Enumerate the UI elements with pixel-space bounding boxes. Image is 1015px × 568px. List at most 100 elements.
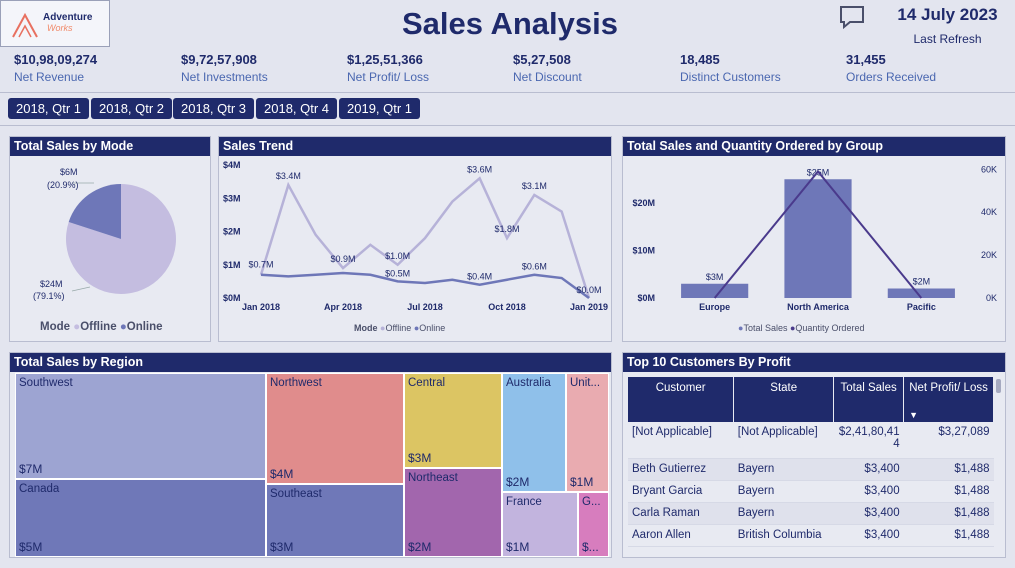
quarter-chip[interactable]: 2018, Qtr 3 — [173, 98, 255, 119]
cell-customer: [Not Applicable] — [628, 422, 734, 459]
y-left-tick-label: $10M — [632, 246, 655, 256]
data-label: $1.0M — [385, 251, 410, 261]
legend-item-online: Online — [419, 323, 446, 333]
data-label: $0.4M — [467, 272, 492, 282]
bar-europe[interactable] — [681, 283, 749, 298]
report-date: 14 July 2023 — [897, 5, 998, 24]
tile-value: $3M — [408, 451, 432, 465]
x-tick-label: Jan 2018 — [242, 302, 280, 312]
pie-label-online-value: $6M — [60, 167, 78, 177]
tile-name: Southwest — [19, 377, 73, 389]
quarter-chip[interactable]: 2019, Qtr 1 — [339, 98, 421, 119]
kpi-strip: $10,98,09,274 Net Revenue $9,72,57,908 N… — [0, 47, 1015, 93]
data-label: $0.5M — [385, 268, 410, 278]
series-line-online[interactable] — [260, 271, 590, 300]
data-label: $1.8M — [494, 224, 519, 234]
tile-value: $4M — [270, 467, 294, 481]
tile-value: $2M — [506, 475, 530, 489]
pie-label-offline-pct: (79.1%) — [33, 291, 65, 301]
bar-data-label: $2M — [913, 277, 931, 287]
legend-title: Mode — [354, 323, 378, 333]
data-label: $0.0M — [576, 285, 601, 295]
panel-sales-by-group[interactable]: Total Sales and Quantity Ordered by Grou… — [622, 136, 1006, 342]
kpi-value: 18,485 — [680, 52, 720, 67]
column-header-state[interactable]: State — [733, 377, 835, 422]
data-label: $3.6M — [467, 164, 492, 174]
y-tick-label: $4M — [223, 160, 241, 170]
kpi-net-revenue: $10,98,09,274 Net Revenue — [14, 52, 97, 84]
combo-chart[interactable]: $0M$10M$20M0K20K40K60K$3MEurope$25MNorth… — [623, 157, 1005, 322]
sort-desc-icon[interactable]: ▼ — [909, 410, 918, 420]
customers-table[interactable]: Customer State Total Sales Net Profit/ L… — [628, 377, 994, 547]
cell-net-profit: $1,488 — [903, 458, 994, 481]
data-label: $0.9M — [330, 254, 355, 264]
column-header-total-sales[interactable]: Total Sales — [833, 377, 905, 422]
panel-sales-trend[interactable]: Sales Trend $0M $1M $2M $3M $4M Jan 2018 Apr 2… — [218, 136, 612, 342]
cell-net-profit: $3,27,089 — [903, 422, 994, 459]
kpi-net-discount: $5,27,508 Net Discount — [513, 52, 582, 84]
kpi-label: Net Discount — [513, 70, 582, 84]
logo-text: Adventure — [43, 12, 93, 23]
treemap-tile-southwest[interactable]: Southwest $7M — [15, 373, 266, 479]
y-tick-label: $3M — [223, 193, 241, 203]
tile-value: $2M — [408, 540, 432, 554]
column-header-customer[interactable]: Customer — [628, 377, 735, 422]
panel-sales-by-region[interactable]: Total Sales by Region Southwest $7M Cana… — [9, 352, 612, 558]
treemap-tile-australia[interactable]: Australia $2M — [502, 373, 566, 492]
table-row[interactable]: Beth Gutierrez Bayern $3,400 $1,488 — [628, 458, 994, 481]
treemap-tile-southeast[interactable]: Southeast $3M — [266, 484, 404, 557]
cell-total-sales: $2,41,80,41 4 — [833, 422, 904, 459]
table-scrollbar[interactable] — [996, 379, 1001, 393]
group-legend: ●Total Sales ●Quantity Ordered — [738, 323, 864, 333]
treemap-tile-united-kingdom[interactable]: Unit... $1M — [566, 373, 609, 492]
treemap-tile-northeast[interactable]: Northeast $2M — [404, 468, 502, 557]
kpi-label: Net Revenue — [14, 70, 85, 84]
tile-name: Canada — [19, 483, 60, 495]
quarter-chip[interactable]: 2018, Qtr 4 — [256, 98, 338, 119]
panel-title: Total Sales by Region — [10, 353, 611, 372]
treemap-tile-canada[interactable]: Canada $5M — [15, 479, 266, 557]
tile-value: $1M — [506, 540, 530, 554]
kpi-distinct-customers: 18,485 Distinct Customers — [680, 52, 781, 84]
table-row[interactable]: Aaron Allen British Columbia $3,400 $1,4… — [628, 524, 994, 547]
line-chart[interactable]: $0M $1M $2M $3M $4M Jan 2018 Apr 2018 Jul 2018 O… — [219, 157, 611, 322]
y-tick-label: $2M — [223, 227, 241, 237]
cell-state: British Columbia — [733, 524, 834, 547]
data-label: $0.7M — [248, 260, 273, 270]
quarter-chip[interactable]: 2018, Qtr 2 — [91, 98, 173, 119]
table-row[interactable]: Bryant Garcia Bayern $3,400 $1,488 — [628, 480, 994, 503]
treemap-tile-northwest[interactable]: Northwest $4M — [266, 373, 404, 484]
page-title: Sales Analysis — [402, 6, 618, 41]
treemap-tile-france[interactable]: France $1M — [502, 492, 578, 557]
table-header-row: Customer State Total Sales Net Profit/ L… — [628, 377, 994, 422]
bar-north-america[interactable] — [784, 179, 852, 298]
tile-name: France — [506, 496, 542, 508]
logo: Adventure Works — [0, 0, 110, 47]
series-line-offline[interactable] — [259, 176, 591, 299]
y-right-tick-label: 60K — [981, 164, 997, 174]
quarter-chip[interactable]: 2018, Qtr 1 — [8, 98, 90, 119]
column-header-net-profit[interactable]: Net Profit/ Loss ▼ — [903, 377, 994, 422]
legend-item-online: Online — [126, 321, 163, 333]
comment-icon[interactable] — [838, 4, 866, 30]
kpi-label: Orders Received — [846, 70, 937, 84]
table-row[interactable]: Carla Raman Bayern $3,400 $1,488 — [628, 502, 994, 525]
y-right-tick-label: 20K — [981, 250, 997, 260]
cell-total-sales: $3,400 — [833, 458, 904, 481]
panel-top-customers[interactable]: Top 10 Customers By Profit Customer Stat… — [622, 352, 1006, 558]
bar-data-label: $3M — [706, 272, 724, 282]
x-tick-label: Pacific — [907, 302, 936, 312]
cell-net-profit: $1,488 — [903, 524, 994, 547]
kpi-label: Net Profit/ Loss — [347, 70, 430, 84]
table-row[interactable]: [Not Applicable] [Not Applicable] $2,41,… — [628, 422, 994, 459]
panel-sales-by-mode[interactable]: Total Sales by Mode $6M (20.9%) $24M (79… — [9, 136, 211, 342]
treemap-tile-germany[interactable]: G... $... — [578, 492, 609, 557]
x-tick-label: Oct 2018 — [488, 302, 526, 312]
pie-chart[interactable]: $6M (20.9%) $24M (79.1%) — [10, 157, 210, 317]
cell-state: Bayern — [733, 502, 834, 525]
treemap-tile-central[interactable]: Central $3M — [404, 373, 502, 468]
kpi-value: $5,27,508 — [513, 52, 571, 67]
kpi-label: Distinct Customers — [680, 70, 781, 84]
kpi-value: $1,25,51,366 — [347, 52, 423, 67]
data-label: $3.1M — [522, 181, 547, 191]
